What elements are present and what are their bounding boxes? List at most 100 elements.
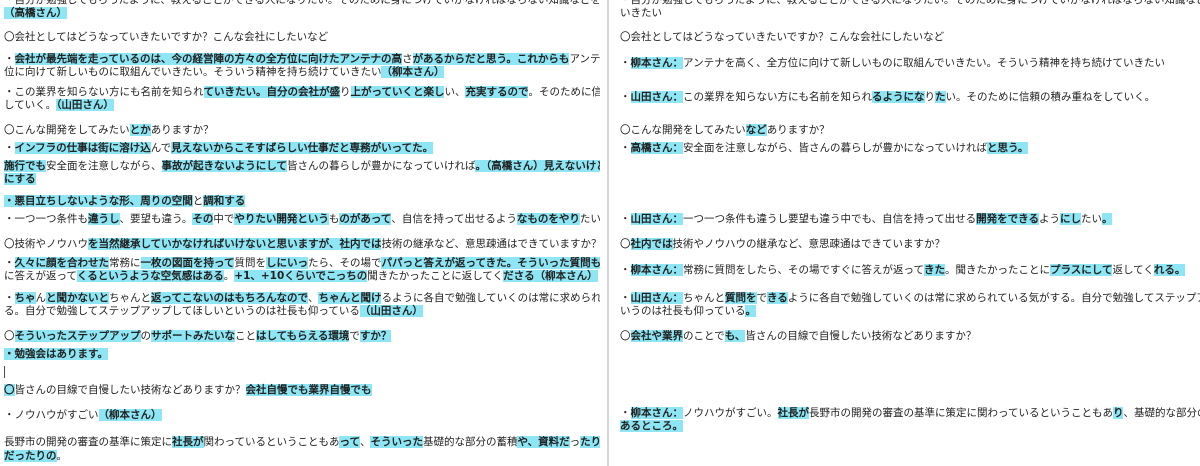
text-run: に答えが返って <box>4 270 77 282</box>
highlighted-text: ていきたい。自分の会社が盛 <box>203 86 340 98</box>
text-line[interactable]: ・ちゃんと聞かないとちゃんと返ってこないのはもちろんなので、ちゃんと聞けるように… <box>4 292 600 305</box>
text-line[interactable]: いきたい <box>620 7 662 20</box>
highlighted-text: ・悪目立ちしないような形、周りの空間 <box>4 195 193 207</box>
text-run: ノウハウがすごい。 <box>683 407 778 419</box>
text-run: アンテナを高く、全方位に向けて新しいものに取組んでいきたい。そういう精神を持ち続… <box>683 57 1166 69</box>
text-run: ・ <box>620 264 631 276</box>
text-line[interactable]: る。自分で勉強してステップアップしてほしいというのは社長も仰っている（山田さん） <box>4 305 423 318</box>
text-line[interactable]: だったりの。 <box>4 450 67 463</box>
text-line[interactable]: 〇技術やノウハウを当然継承していかなければいけないと思いますが、社内では技術の継… <box>4 238 600 251</box>
text-line[interactable]: あるところ。 <box>620 420 683 433</box>
text-line[interactable]: 長野市の開発の審査の基準に策定に社長が関わっているということもあって、そういった… <box>4 436 600 449</box>
text-line[interactable]: 〇こんな開発をしてみたいとかありますか？ <box>4 124 214 137</box>
text-line[interactable]: 〇そういったステップアップのサポートみたいなことはしてもらえる環境ですか？ <box>4 330 392 343</box>
text-run: 技術やノウハウの継承など、意思疎通はできていますか？ <box>672 238 945 250</box>
text-line[interactable]: ・自分が勉強してもらったように、教えることができる人になりたい。そのために身につ… <box>4 0 600 7</box>
highlighted-text: たり <box>580 436 600 448</box>
text-line[interactable] <box>4 366 5 379</box>
text-run: 〇こんな開発をしてみたい <box>4 124 130 136</box>
text-run: ・ノウハウがすごい <box>4 409 99 421</box>
text-run: いきたい <box>620 7 662 19</box>
text-line[interactable]: ・山田さん：ちゃんと質問をできるように各自で勉強していくのは常に求められている気… <box>620 292 1200 305</box>
highlighted-text: 。 <box>1174 264 1186 276</box>
text-line[interactable]: 〇社内では技術やノウハウの継承など、意思疎通はできていますか？ <box>620 238 945 251</box>
highlighted-text: れる <box>1153 264 1175 276</box>
highlighted-text: ちゃんと聞け <box>318 292 382 304</box>
text-line[interactable]: ・柳本さん：ノウハウがすごい。社長が長野市の開発の審査の基準に策定に関わっている… <box>620 407 1200 420</box>
highlighted-text: 返ってこないのはもちろんなので <box>151 292 308 304</box>
text-run: 、自信を持って出せるよう <box>391 213 517 225</box>
highlighted-text: （柳本さん） <box>381 66 445 78</box>
highlighted-text: しにいっ <box>265 257 308 269</box>
text-line[interactable]: ・柳本さん：常務に質問をしたら、その場ですぐに答えが返ってきた。聞きたかったこと… <box>620 264 1186 277</box>
document-compare-view: ・自分が勉強してもらったように、教えることができる人になりたい。そのために身につ… <box>0 0 1200 466</box>
text-run: さ <box>402 53 413 65</box>
highlighted-text: サポートみたいな <box>151 330 235 342</box>
text-line[interactable]: ・この業界を知らない方にも名前を知られていきたい。自分の会社が盛り上がっていくと… <box>4 86 600 99</box>
highlighted-text: 〇 <box>4 384 15 396</box>
text-line[interactable]: ・インフラの仕事は街に溶け込んで見えないからこそすばらしい仕事だと専務がいってた… <box>4 142 434 155</box>
text-line[interactable]: ・一つ一つ条件も違うし、要望も違う。その中でやりたい開発というものがあって、自信… <box>4 213 600 226</box>
text-run: 質問を <box>234 257 266 269</box>
text-run: 一つ一つ条件も違うし要望も違う中でも、自信を持って出せる <box>683 213 977 225</box>
text-line[interactable]: ・高橋さん：安全面を注意しながら、皆さんの暮らしが豊かになっていければと思う。 <box>620 142 1029 155</box>
text-run: 位に向けて新しいものに取組んでいきたい。そういう精神を持ち続けていきたい <box>4 66 382 78</box>
text-line[interactable]: ・山田さん：この業界を知らない方にも名前を知られるようになりたい。そのために信頼… <box>620 91 1155 104</box>
highlighted-text: ・勉強会はあります。 <box>4 348 108 360</box>
highlighted-text: 充実するので <box>465 86 529 98</box>
text-line[interactable]: ・山田さん：一つ一つ条件も違うし要望も違う中でも、自信を持って出せる開発をできる… <box>620 213 1113 226</box>
highlighted-text: 社長が <box>777 407 809 419</box>
text-run: 。聞きたかったことに <box>944 264 1050 276</box>
text-run: 〇 <box>4 330 15 342</box>
text-run: い。そのために信頼の積み重ねをしていく。 <box>945 91 1156 103</box>
highlighted-text: 会社自慢でも業界自慢でも <box>245 384 372 396</box>
text-line[interactable]: にする <box>4 173 36 186</box>
text-run: る。自分で勉強してステップアップしてほしいというのは社長も仰っている <box>4 305 360 317</box>
highlighted-text: （高橋さん） <box>4 7 67 19</box>
text-line[interactable]: ・久々に顔を合わせた常務に一枚の図面を持って質問をしにいったら、その場でパパっと… <box>4 257 600 270</box>
text-line[interactable]: していく。（山田さん） <box>4 99 114 112</box>
text-run: アンテナを高く、全方 <box>569 53 600 65</box>
highlighted-text: 違うし <box>88 213 120 225</box>
highlighted-text: 施行でも <box>4 160 46 172</box>
text-line[interactable]: ・ノウハウがすごい（柳本さん） <box>4 409 162 422</box>
text-run: るように各自で勉強していくのは常に求められている気がす <box>381 292 600 304</box>
text-line[interactable]: ・自分が勉強してもらったように、教えることができる人になりたい。そのために身につ… <box>620 0 1200 7</box>
pane-divider[interactable] <box>607 0 609 466</box>
text-line[interactable]: 〇こんな開発をしてみたいなどありますか？ <box>620 124 830 137</box>
highlighted-text: 事故が起きないようにして <box>161 160 287 172</box>
text-line[interactable]: 〇皆さんの目線で自慢したい技術などありますか？会社自慢でも業界自慢でも <box>4 384 372 397</box>
text-line[interactable]: いうのは社長も仰っている。 <box>620 305 756 318</box>
text-run: ありますか？ <box>766 124 830 136</box>
text-run: たい <box>579 213 600 225</box>
highlighted-text: ちゃ <box>14 292 36 304</box>
edited-transcript-pane[interactable]: ・自分が勉強してもらったように、教えることができる人になりたい。そのために身につ… <box>616 0 1200 466</box>
text-line[interactable]: 〇会社や業界のことでも、皆さんの目線で自慢したい技術などありますか？ <box>620 330 976 343</box>
text-run: 常務に <box>109 257 141 269</box>
highlighted-text: （山田さん） <box>359 305 423 317</box>
text-run: ように各自で勉強していくのは常に求められている気がする。自分で勉強してステップア… <box>787 292 1200 304</box>
text-line[interactable]: ・勉強会はあります。 <box>4 348 108 361</box>
text-line[interactable]: に答えが返ってくるというような空気感はある。+1、+10くらいでこっちの聞きたか… <box>4 270 598 283</box>
original-transcript-pane[interactable]: ・自分が勉強してもらったように、教えることができる人になりたい。そのために身につ… <box>0 0 600 466</box>
text-line[interactable]: （高橋さん） <box>4 7 67 20</box>
text-line[interactable]: 〇会社としてはどうなっていきたいですか？こんな会社にしたいなど <box>620 31 944 44</box>
text-line[interactable]: 位に向けて新しいものに取組んでいきたい。そういう精神を持ち続けていきたい（柳本さ… <box>4 66 445 79</box>
text-run: ・ <box>4 292 15 304</box>
text-run: いうのは社長も仰っている <box>620 305 746 317</box>
text-line[interactable]: ・柳本さん：アンテナを高く、全方位に向けて新しいものに取組んでいきたい。そういう… <box>620 57 1165 70</box>
text-run: ・ <box>620 142 631 154</box>
highlighted-text: や、資料だ <box>517 436 570 448</box>
highlighted-text: 会社や業界 <box>630 330 683 342</box>
text-run: で <box>349 330 360 342</box>
text-line[interactable]: 施行でも安全面を注意しながら、事故が起きないようにして皆さんの暮らしが豊かになっ… <box>4 160 600 173</box>
highlighted-text: （柳本さん） <box>534 270 598 282</box>
text-run: 関わっているということもあ <box>203 436 340 448</box>
text-run: んで <box>150 142 172 154</box>
highlighted-text: くるというような空気感はある <box>76 270 224 282</box>
highlighted-text: にする <box>4 173 36 185</box>
text-line[interactable]: 〇会社としてはどうなっていきたいですか？こんな会社にしたいなど <box>4 31 328 44</box>
text-line[interactable]: ・悪目立ちしないような形、周りの空間と調和する <box>4 195 246 208</box>
text-run: 〇こんな開発をしてみたい <box>620 124 746 136</box>
text-line[interactable]: ・会社が最先端を走っているのは、今の経営陣の方々の全方位に向けたアンテナの高さが… <box>4 53 600 66</box>
